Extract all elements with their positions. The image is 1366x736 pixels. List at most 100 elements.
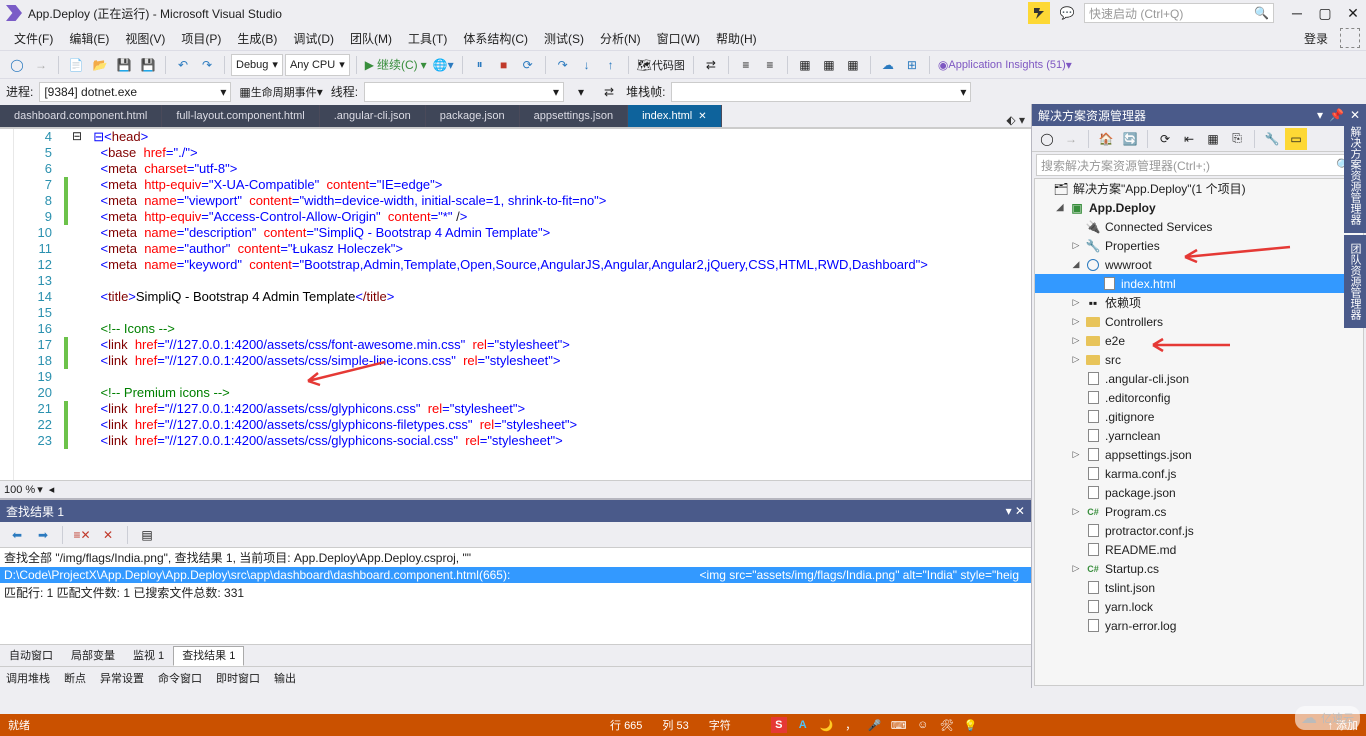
comment-button[interactable]: ▦ bbox=[794, 54, 816, 76]
editor-tab[interactable]: appsettings.json bbox=[520, 105, 629, 127]
editor-tab[interactable]: dashboard.component.html bbox=[0, 105, 162, 127]
undo-button[interactable]: ↶ bbox=[172, 54, 194, 76]
status-mic-icon[interactable]: 🎤 bbox=[867, 717, 883, 733]
stop-button[interactable]: ■ bbox=[493, 54, 515, 76]
menu-item[interactable]: 工具(T) bbox=[400, 30, 455, 48]
status-bulb-icon[interactable]: 💡 bbox=[963, 717, 979, 733]
menu-item[interactable]: 调试(D) bbox=[285, 30, 342, 48]
sync-button[interactable]: ⇄ bbox=[700, 54, 722, 76]
editor-tab[interactable]: .angular-cli.json bbox=[320, 105, 426, 127]
tree-node[interactable]: yarn-error.log bbox=[1035, 616, 1363, 635]
restart-button[interactable]: ⟳ bbox=[517, 54, 539, 76]
bookmark-button[interactable]: ▦ bbox=[842, 54, 864, 76]
notification-flag-icon[interactable] bbox=[1028, 2, 1050, 24]
indent-button[interactable]: ≡ bbox=[735, 54, 757, 76]
find-list-button[interactable]: ▤ bbox=[136, 524, 158, 546]
sol-refresh-button[interactable]: ⟳ bbox=[1154, 128, 1176, 150]
bottom-tab[interactable]: 输出 bbox=[274, 670, 296, 686]
cloud-button[interactable]: ☁ bbox=[877, 54, 899, 76]
avatar-placeholder-icon[interactable] bbox=[1340, 28, 1360, 48]
tree-node[interactable]: README.md bbox=[1035, 540, 1363, 559]
find-bottom-tab[interactable]: 自动窗口 bbox=[0, 646, 62, 666]
browser-select-button[interactable]: 🌐▾ bbox=[431, 54, 456, 76]
menu-item[interactable]: 帮助(H) bbox=[708, 30, 765, 48]
sol-collapse-button[interactable]: ⇤ bbox=[1178, 128, 1200, 150]
uncomment-button[interactable]: ▦ bbox=[818, 54, 840, 76]
thread-dropdown[interactable]: ▾ bbox=[364, 82, 564, 102]
pin-icon[interactable]: 📌 bbox=[1329, 108, 1344, 122]
tree-node[interactable]: .gitignore bbox=[1035, 407, 1363, 426]
codemap-button[interactable]: 🗺 代码图 bbox=[635, 54, 687, 76]
code-editor[interactable]: 4567891011121314151617181920212223 ⊟ ⊟<h… bbox=[0, 128, 1031, 480]
menu-item[interactable]: 团队(M) bbox=[342, 30, 400, 48]
status-a-icon[interactable]: A bbox=[795, 717, 811, 733]
sol-sync-button[interactable]: 🔄 bbox=[1119, 128, 1141, 150]
menu-item[interactable]: 分析(N) bbox=[592, 30, 649, 48]
tree-node[interactable]: ▷C#Startup.cs bbox=[1035, 559, 1363, 578]
extensions-button[interactable]: ⊞ bbox=[901, 54, 923, 76]
tree-node[interactable]: .yarnclean bbox=[1035, 426, 1363, 445]
nav-fwd-button[interactable]: → bbox=[30, 54, 52, 76]
login-button[interactable]: 登录 bbox=[1296, 28, 1336, 49]
tree-node[interactable]: ▷Controllers bbox=[1035, 312, 1363, 331]
sol-back-button[interactable]: ◯ bbox=[1036, 128, 1058, 150]
solution-tree[interactable]: 🗂解决方案"App.Deploy"(1 个项目)◢▣App.Deploy🔌Con… bbox=[1034, 178, 1364, 686]
menu-item[interactable]: 生成(B) bbox=[229, 30, 285, 48]
solution-explorer-header[interactable]: 解决方案资源管理器 ▾📌✕ bbox=[1032, 104, 1366, 126]
find-bottom-tab[interactable]: 监视 1 bbox=[124, 646, 173, 666]
pause-button[interactable]: ⏸ bbox=[469, 54, 491, 76]
editor-tab[interactable]: full-layout.component.html bbox=[162, 105, 319, 127]
tree-node[interactable]: ▷🔧Properties bbox=[1035, 236, 1363, 255]
status-comma-icon[interactable]: ， bbox=[843, 717, 859, 733]
find-stop-button[interactable]: ✕ bbox=[97, 524, 119, 546]
app-insights-button[interactable]: ◉ Application Insights (51) ▾ bbox=[936, 54, 1074, 76]
maximize-button[interactable]: ▢ bbox=[1318, 6, 1332, 20]
bottom-tab[interactable]: 断点 bbox=[64, 670, 86, 686]
solution-search-input[interactable]: 搜索解决方案资源管理器(Ctrl+;) 🔍▾ bbox=[1036, 154, 1362, 176]
bottom-tab[interactable]: 调用堆栈 bbox=[6, 670, 50, 686]
process-dropdown[interactable]: [9384] dotnet.exe▾ bbox=[39, 82, 231, 102]
tree-node[interactable]: protractor.conf.js bbox=[1035, 521, 1363, 540]
minimize-button[interactable]: ─ bbox=[1290, 6, 1304, 20]
tree-node[interactable]: .angular-cli.json bbox=[1035, 369, 1363, 388]
find-bottom-tab[interactable]: 查找结果 1 bbox=[173, 646, 244, 666]
zoom-level[interactable]: 100 % bbox=[4, 484, 35, 496]
status-keyboard-icon[interactable]: ⌨ bbox=[891, 717, 907, 733]
tree-node[interactable]: 🔌Connected Services bbox=[1035, 217, 1363, 236]
tree-node[interactable]: ▷▪▪依赖项 bbox=[1035, 293, 1363, 312]
menu-item[interactable]: 项目(P) bbox=[173, 30, 229, 48]
menu-item[interactable]: 测试(S) bbox=[536, 30, 592, 48]
find-bottom-tab[interactable]: 局部变量 bbox=[62, 646, 124, 666]
status-publish-button[interactable]: ↑ 添加 bbox=[1327, 717, 1358, 733]
collapsed-tab-team[interactable]: 团队资源管理器 bbox=[1344, 235, 1366, 328]
feedback-icon[interactable]: 💬 bbox=[1056, 2, 1078, 24]
step-over-button[interactable]: ↷ bbox=[552, 54, 574, 76]
tree-node[interactable]: karma.conf.js bbox=[1035, 464, 1363, 483]
sol-showall-button[interactable]: ▦ bbox=[1202, 128, 1224, 150]
outdent-button[interactable]: ≡ bbox=[759, 54, 781, 76]
menu-item[interactable]: 编辑(E) bbox=[61, 30, 117, 48]
sol-properties-button[interactable]: 🔧 bbox=[1261, 128, 1283, 150]
tree-node[interactable]: tslint.json bbox=[1035, 578, 1363, 597]
sol-home-button[interactable]: 🏠 bbox=[1095, 128, 1117, 150]
find-results-header[interactable]: 查找结果 1 ▾ ✕ bbox=[0, 500, 1031, 522]
tree-node[interactable]: ▷e2e bbox=[1035, 331, 1363, 350]
window-menu-icon[interactable]: ▾ bbox=[1317, 108, 1323, 122]
tab-close-icon[interactable]: ✕ bbox=[698, 111, 706, 122]
tree-node[interactable]: 🗂解决方案"App.Deploy"(1 个项目) bbox=[1035, 179, 1363, 198]
sol-copy-button[interactable]: ⎘ bbox=[1226, 128, 1248, 150]
step-into-button[interactable]: ↓ bbox=[576, 54, 598, 76]
sol-fwd-button[interactable]: → bbox=[1060, 128, 1082, 150]
bottom-tab[interactable]: 即时窗口 bbox=[216, 670, 260, 686]
find-result-row[interactable]: D:\Code\ProjectX\App.Deploy\App.Deploy\s… bbox=[0, 567, 1031, 583]
open-button[interactable]: 📂 bbox=[89, 54, 111, 76]
find-prev-button[interactable]: ⬅ bbox=[6, 524, 28, 546]
menu-item[interactable]: 窗口(W) bbox=[649, 30, 708, 48]
thread-filter-button[interactable]: ▾ bbox=[570, 81, 592, 103]
tree-node[interactable]: ◢wwwroot bbox=[1035, 255, 1363, 274]
thread-nav-button[interactable]: ⇄ bbox=[598, 81, 620, 103]
sol-preview-button[interactable]: ▭ bbox=[1285, 128, 1307, 150]
tree-node[interactable]: index.html bbox=[1035, 274, 1363, 293]
collapsed-tab-solution[interactable]: 解决方案资源管理器 bbox=[1344, 118, 1366, 233]
nav-back-button[interactable]: ◯ bbox=[6, 54, 28, 76]
